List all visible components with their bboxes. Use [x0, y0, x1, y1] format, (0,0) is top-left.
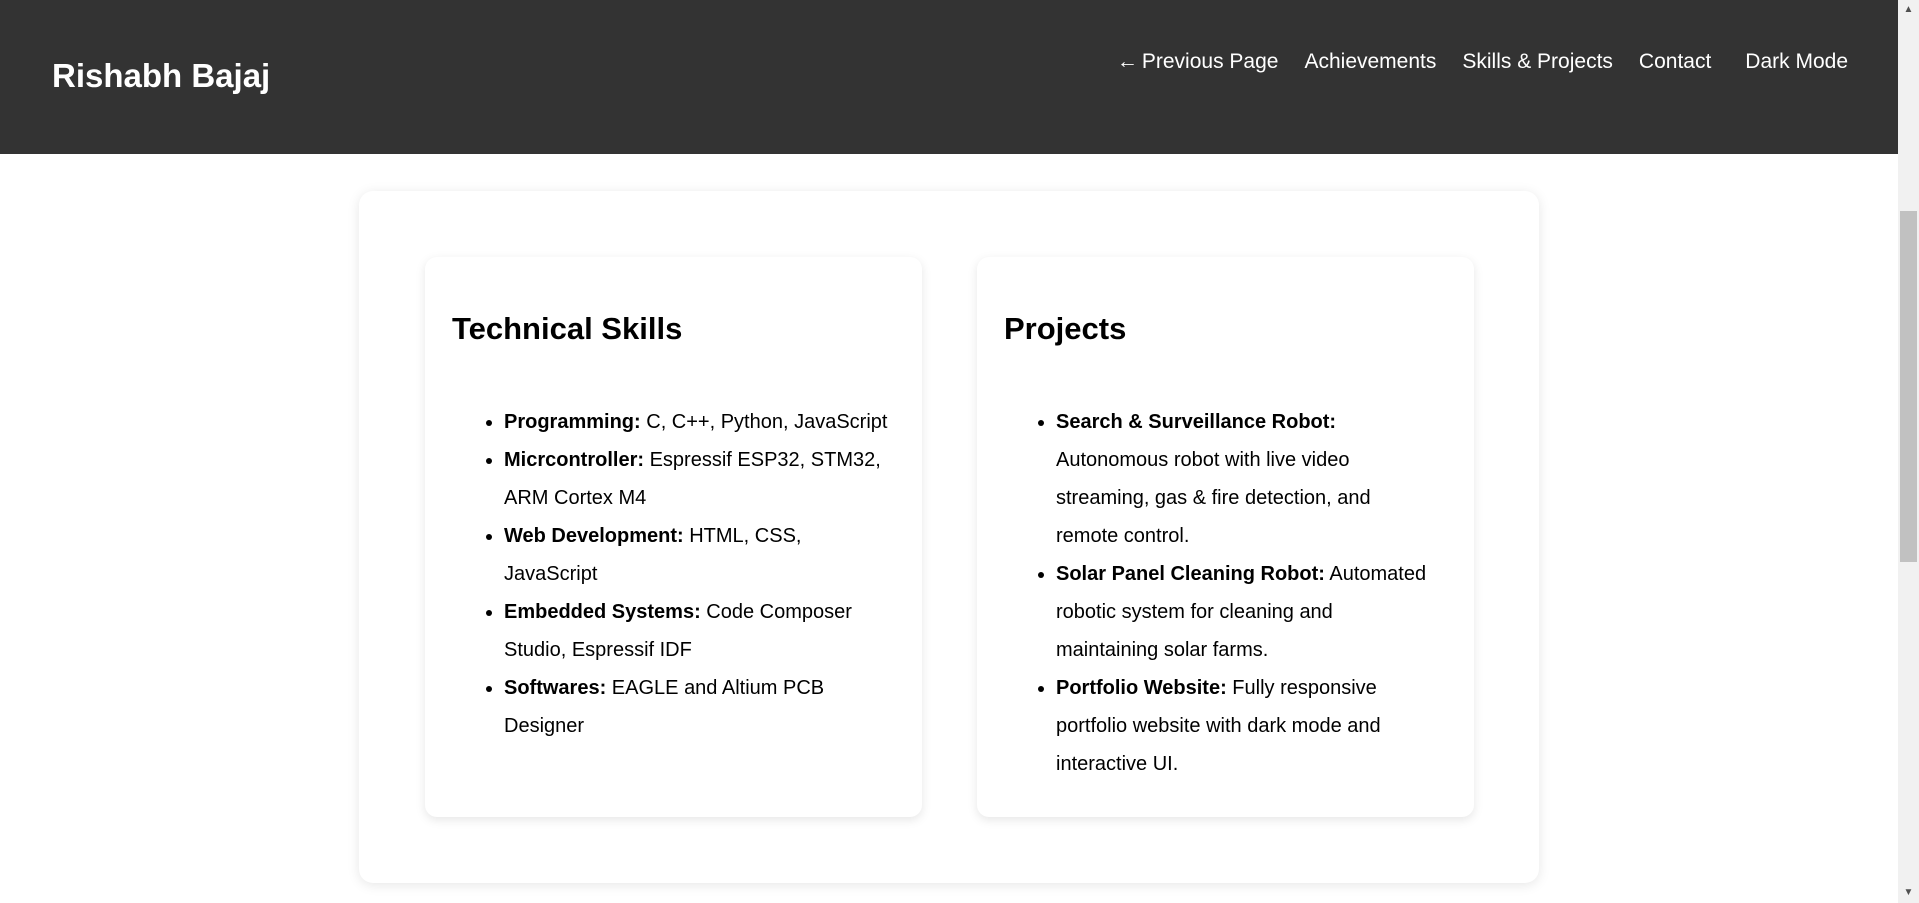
project-description: Autonomous robot with live video streami… — [1056, 449, 1371, 547]
scroll-down-icon[interactable]: ▼ — [1898, 883, 1919, 903]
achievements-link[interactable]: Achievements — [1304, 48, 1436, 76]
projects-card: Projects Search & Surveillance Robot: Au… — [977, 257, 1474, 817]
left-arrow-icon: ← — [1116, 50, 1138, 73]
project-label: Search & Surveillance Robot: — [1056, 411, 1337, 433]
scroll-up-icon[interactable]: ▲ — [1898, 0, 1919, 20]
page: Rishabh Bajaj ← Previous Page Achievemen… — [0, 0, 1919, 903]
site-brand[interactable]: Rishabh Bajaj — [52, 54, 270, 98]
previous-page-link[interactable]: ← Previous Page — [1117, 48, 1279, 76]
skill-item-softwares: Softwares: EAGLE and Altium PCB Designer — [504, 669, 892, 745]
skill-label: Micrcontroller: — [504, 449, 645, 471]
project-item-portfolio-website: Portfolio Website: Fully responsive port… — [1056, 669, 1434, 783]
project-label: Solar Panel Cleaning Robot: — [1056, 563, 1325, 585]
skill-label: Embedded Systems: — [504, 601, 701, 623]
dark-mode-toggle[interactable]: Dark Mode — [1745, 48, 1848, 76]
skill-label: Softwares: — [504, 677, 607, 699]
skill-label: Web Development: — [504, 525, 684, 547]
skill-item-web-development: Web Development: HTML, CSS, JavaScript — [504, 517, 892, 593]
skills-projects-section: Technical Skills Programming: C, C++, Py… — [359, 191, 1539, 883]
project-item-search-surveillance-robot: Search & Surveillance Robot: Autonomous … — [1056, 403, 1434, 555]
skill-label: Programming: — [504, 411, 641, 433]
main-navigation: ← Previous Page Achievements Skills & Pr… — [1091, 48, 1848, 76]
site-header: Rishabh Bajaj ← Previous Page Achievemen… — [0, 0, 1898, 154]
skill-item-microcontroller: Micrcontroller: Espressif ESP32, STM32, … — [504, 441, 892, 517]
contact-link[interactable]: Contact — [1639, 48, 1711, 76]
project-label: Portfolio Website: — [1056, 677, 1227, 699]
projects-list: Search & Surveillance Robot: Autonomous … — [1004, 403, 1434, 783]
technical-skills-title: Technical Skills — [452, 311, 683, 346]
technical-skills-list: Programming: C, C++, Python, JavaScript … — [452, 403, 892, 745]
page-scrollbar[interactable]: ▲ ▼ — [1898, 0, 1919, 903]
technical-skills-card: Technical Skills Programming: C, C++, Py… — [425, 257, 922, 817]
project-item-solar-panel-cleaning-robot: Solar Panel Cleaning Robot: Automated ro… — [1056, 555, 1434, 669]
skill-value: C, C++, Python, JavaScript — [640, 411, 888, 433]
skill-item-programming: Programming: C, C++, Python, JavaScript — [504, 403, 892, 441]
projects-title: Projects — [1004, 311, 1127, 346]
skills-projects-link[interactable]: Skills & Projects — [1462, 48, 1613, 76]
scrollbar-thumb[interactable] — [1900, 211, 1917, 562]
skill-item-embedded-systems: Embedded Systems: Code Composer Studio, … — [504, 593, 892, 669]
previous-page-label: Previous Page — [1141, 50, 1279, 73]
